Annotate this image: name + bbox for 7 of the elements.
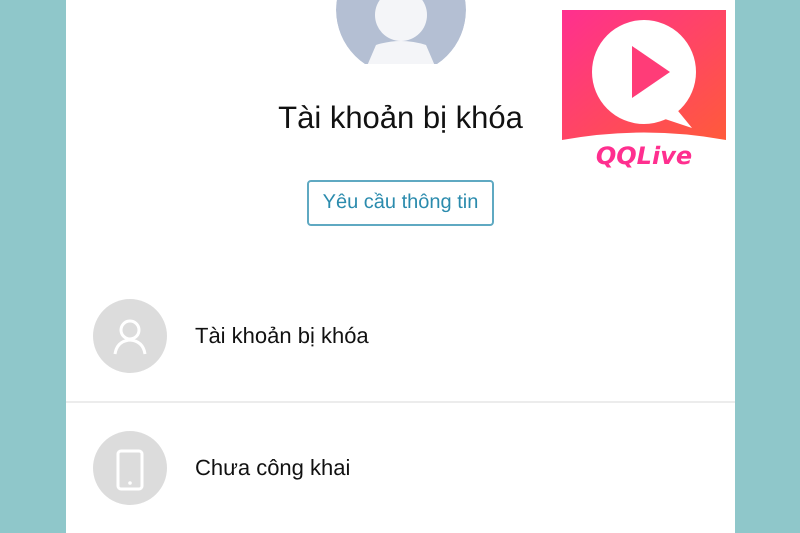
logo-text: QQLive bbox=[596, 142, 692, 170]
phone-icon bbox=[93, 431, 167, 505]
person-icon bbox=[93, 299, 167, 373]
account-title: Tài khoản bị khóa bbox=[278, 100, 523, 136]
list-item-label[interactable]: Chưa công khai bbox=[195, 455, 350, 481]
request-info-button[interactable]: Yêu cầu thông tin bbox=[306, 180, 494, 226]
list-item-label[interactable]: Tài khoản bị khóa bbox=[195, 323, 369, 349]
